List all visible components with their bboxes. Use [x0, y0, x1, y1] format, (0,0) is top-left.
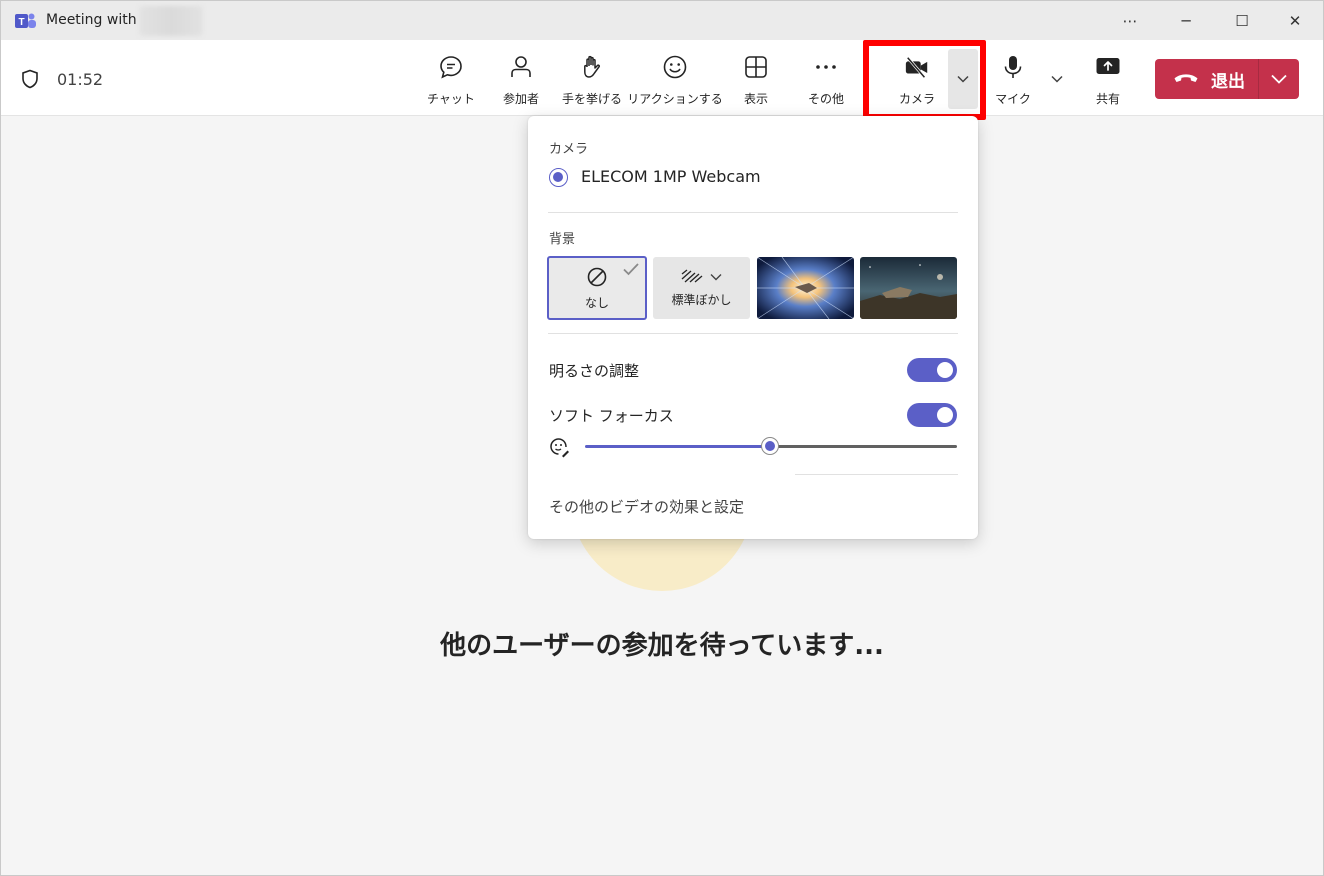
close-button[interactable]: ✕: [1267, 1, 1323, 40]
soft-focus-slider-thumb[interactable]: [761, 437, 779, 455]
background-blur-label: 標準ぼかし: [671, 292, 732, 307]
more-icon: [813, 54, 839, 80]
camera-settings-panel: カメラ ELECOM 1MP Webcam 背景 なし 標準ぼかし 明るさの調整…: [528, 116, 978, 539]
background-none-label: なし: [584, 295, 609, 310]
title-bar: T Meeting with ⋯ ─ ☐ ✕: [1, 1, 1323, 40]
highlight-box: [863, 40, 986, 120]
camera-radio[interactable]: [549, 168, 568, 187]
soft-focus-slider-track[interactable]: [770, 445, 957, 448]
soft-focus-toggle[interactable]: [907, 403, 957, 427]
more-button[interactable]: その他: [801, 48, 851, 110]
participants-label: 参加者: [502, 92, 539, 106]
raise-hand-icon: [579, 54, 605, 80]
chevron-down-icon: [710, 273, 721, 280]
divider: [548, 333, 958, 334]
check-icon: [623, 263, 639, 276]
reactions-button[interactable]: リアクションする: [627, 48, 723, 110]
leave-label: 退出: [1211, 71, 1245, 92]
microphone-icon: [1000, 54, 1026, 80]
prohibited-icon: [587, 267, 607, 286]
background-none-tile[interactable]: なし: [547, 256, 647, 320]
maximize-button[interactable]: ☐: [1214, 1, 1270, 40]
divider: [548, 212, 958, 213]
waiting-message: 他のユーザーの参加を待っています...: [440, 631, 884, 661]
svg-text:T: T: [18, 17, 24, 28]
background-image-space[interactable]: [757, 257, 854, 319]
grid-icon: [743, 54, 769, 80]
soft-focus-label: ソフト フォーカス: [549, 407, 674, 425]
people-icon: [508, 54, 534, 80]
chat-button[interactable]: チャット: [425, 48, 477, 110]
raise-hand-label: 手を挙げる: [561, 92, 622, 106]
share-button[interactable]: 共有: [1083, 48, 1133, 110]
view-label: 表示: [743, 92, 768, 106]
soft-focus-slider-filled: [585, 445, 770, 448]
camera-device-name[interactable]: ELECOM 1MP Webcam: [581, 167, 761, 186]
share-icon: [1095, 54, 1121, 80]
title-more-button[interactable]: ⋯: [1102, 1, 1158, 40]
minimize-button[interactable]: ─: [1158, 1, 1214, 40]
shield-icon: [22, 69, 38, 89]
background-blur-tile[interactable]: 標準ぼかし: [653, 257, 750, 319]
meeting-toolbar: 01:52 チャット 参加者 手を挙げる リアクションする 表示 その他 カメラ…: [1, 40, 1323, 120]
microphone-label: マイク: [995, 92, 1031, 106]
blurred-meeting-name: [139, 6, 203, 36]
participants-button[interactable]: 参加者: [495, 48, 547, 110]
more-video-settings-link[interactable]: その他のビデオの効果と設定: [549, 496, 744, 517]
window-title: Meeting with: [46, 12, 137, 28]
hang-up-icon: [1173, 70, 1199, 89]
leave-main-button[interactable]: 退出: [1155, 59, 1259, 99]
teams-logo-icon: T: [15, 13, 36, 28]
soft-focus-face-icon: [550, 438, 569, 458]
brightness-label: 明るさの調整: [549, 362, 640, 380]
leave-button[interactable]: 退出: [1155, 59, 1299, 99]
smiley-icon: [662, 54, 688, 80]
camera-section-label: カメラ: [549, 142, 589, 157]
background-section-label: 背景: [549, 232, 576, 247]
more-label: その他: [807, 92, 844, 106]
divider: [795, 474, 958, 475]
view-button[interactable]: 表示: [731, 48, 781, 110]
reactions-label: リアクションする: [627, 92, 723, 106]
raise-hand-button[interactable]: 手を挙げる: [559, 48, 625, 110]
background-image-desert[interactable]: [860, 257, 957, 319]
meeting-timer: 01:52: [57, 70, 104, 89]
chat-label: チャット: [427, 92, 475, 106]
microphone-button[interactable]: マイク: [989, 48, 1037, 110]
brightness-toggle[interactable]: [907, 358, 957, 382]
leave-options-chevron-icon[interactable]: [1259, 59, 1299, 99]
chat-icon: [438, 54, 464, 80]
blur-icon: [681, 268, 702, 282]
share-label: 共有: [1095, 92, 1120, 106]
teams-meeting-window: T Meeting with ⋯ ─ ☐ ✕ 01:52 チャット 参加者 手を…: [1, 1, 1323, 875]
mic-options-chevron-icon[interactable]: [1047, 69, 1067, 89]
